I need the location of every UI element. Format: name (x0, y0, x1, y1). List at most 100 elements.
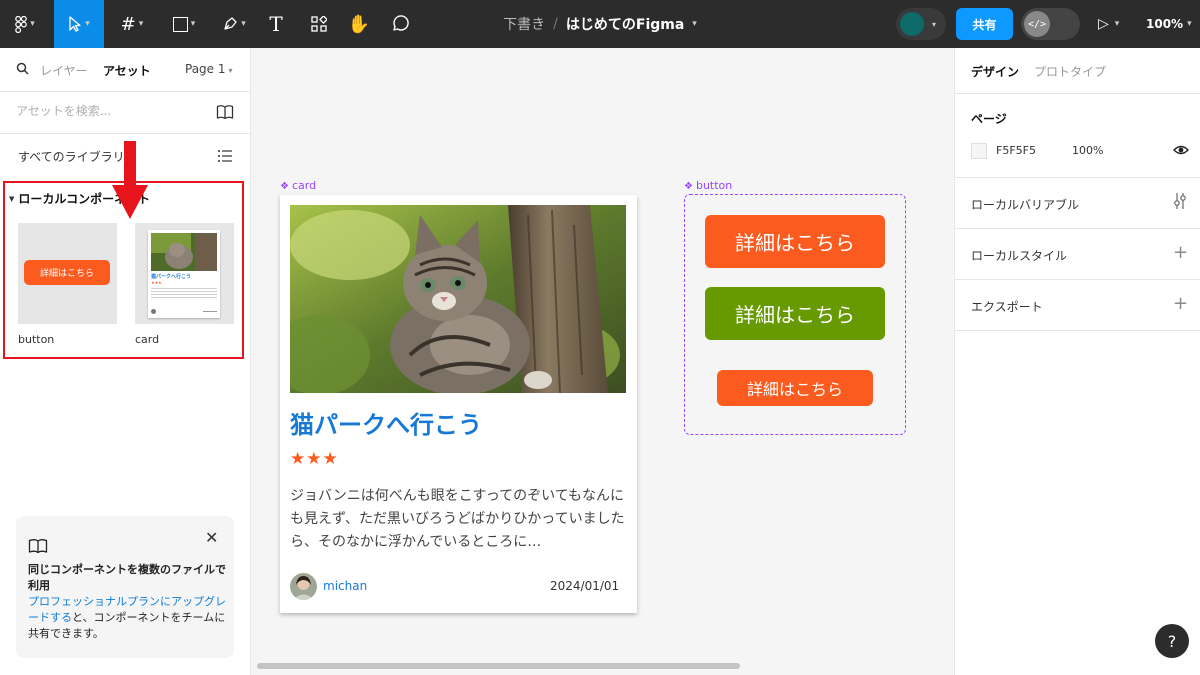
asset-search-input[interactable] (16, 104, 196, 118)
pen-icon (224, 17, 237, 30)
button-variant-green-large[interactable]: 詳細はこちら (705, 287, 885, 340)
resources-icon (311, 16, 327, 32)
local-variables-label: ローカルバリアブル (971, 198, 1080, 212)
pen-tool-button[interactable]: ▾ (214, 0, 254, 48)
share-button[interactable]: 共有 (956, 8, 1013, 40)
button-variant-orange-large[interactable]: 詳細はこちら (705, 215, 885, 268)
component-thumbnail-card[interactable]: 猫パークへ行こう ★★★ (135, 223, 234, 324)
local-variables-row[interactable]: ローカルバリアブル (955, 178, 1200, 229)
right-panel-tabs: デザイン プロトタイプ (955, 48, 1200, 94)
export-row[interactable]: エクスポート + (955, 280, 1200, 331)
local-styles-row[interactable]: ローカルスタイル + (955, 229, 1200, 280)
card-component-label[interactable]: ❖ card (280, 179, 316, 192)
button-preview: 詳細はこちら (24, 260, 110, 285)
plus-icon[interactable]: + (1173, 294, 1188, 314)
upgrade-tip-card: ✕ 同じコンポーネントを複数のファイルで利用 プロフェッショナルプランにアップグ… (16, 516, 234, 658)
page-color-hex[interactable]: F5F5F5 (996, 144, 1036, 157)
right-panel: デザイン プロトタイプ ページ F5F5F5 100% ローカルバリアブル ロー… (954, 48, 1200, 675)
all-libraries-label[interactable]: すべてのライブラリ (18, 148, 125, 165)
tab-design[interactable]: デザイン (971, 63, 1019, 80)
horizontal-scrollbar[interactable] (257, 663, 740, 669)
close-icon[interactable]: ✕ (205, 528, 218, 547)
text-tool-button[interactable]: T (262, 0, 290, 48)
text-icon: T (269, 12, 283, 36)
card-component[interactable]: 猫パークへ行こう ★★★ ジョバンニは何べんも眼をこすってのぞいてもなんにも見え… (280, 195, 637, 613)
button-component-name: button (695, 179, 733, 192)
page-color-opacity[interactable]: 100% (1072, 144, 1103, 157)
breadcrumb-drafts[interactable]: 下書き (503, 14, 545, 34)
chevron-down-icon: ▾ (228, 66, 233, 75)
chevron-down-icon: ▾ (138, 19, 144, 29)
breadcrumb-separator: / (553, 16, 558, 32)
move-tool-button[interactable]: ▾ (54, 0, 104, 48)
chevron-down-icon: ▾ (190, 19, 196, 29)
card-preview-text (151, 286, 217, 300)
toolbar: ▾ ▾ # ▾ ▾ ▾ T ✋ 下書き / はじめてのFigma ▾ ▾ 共有 … (0, 0, 1200, 48)
comment-icon (393, 15, 409, 31)
component-label-card: card (135, 333, 160, 346)
zoom-menu[interactable]: 100% ▾ (1146, 0, 1192, 48)
card-description: ジョバンニは何べんも眼をこすってのぞいてもなんにも見えず、ただ黒いびろうどばかり… (290, 488, 625, 550)
chevron-down-icon: ▾ (241, 19, 246, 29)
card-rating-stars: ★★★ (290, 449, 339, 469)
asset-search-bar (0, 92, 251, 134)
list-view-icon[interactable] (217, 148, 233, 164)
tab-assets[interactable]: アセット (103, 62, 151, 79)
canvas[interactable]: ❖ card 猫パークへ行こう ★★★ ジョバンニは何べんも眼をこすってのぞいて… (252, 48, 954, 675)
chevron-down-icon: ▾ (1114, 19, 1120, 29)
search-icon[interactable] (16, 62, 29, 79)
cat-photo (290, 205, 626, 393)
local-styles-label: ローカルスタイル (971, 249, 1068, 263)
left-panel-tabs: レイヤー アセット Page 1 ▾ (0, 48, 251, 92)
card-preview-title: 猫パークへ行こう (151, 274, 192, 280)
chevron-down-icon: ▾ (30, 19, 35, 29)
zoom-level: 100% (1146, 17, 1184, 31)
left-panel: レイヤー アセット Page 1▾ すべてのライブラリ ▼ローカルコンポーネント… (0, 48, 251, 675)
card-date: 2024/01/01 (550, 579, 620, 593)
caret-down-icon: ▼ (9, 195, 15, 203)
multiplayer-avatar[interactable]: ▾ (896, 8, 946, 40)
chevron-down-icon: ▾ (932, 19, 937, 29)
dev-mode-toggle[interactable]: </> (1021, 8, 1080, 40)
hand-icon: ✋ (347, 13, 371, 35)
frame-icon: # (120, 13, 136, 35)
comment-tool-button[interactable] (385, 0, 415, 48)
shape-tool-button[interactable]: ▾ (164, 0, 204, 48)
chevron-down-icon[interactable]: ▾ (692, 19, 697, 29)
button-component-set[interactable]: 詳細はこちら 詳細はこちら 詳細はこちら (684, 194, 906, 435)
library-book-icon (28, 539, 48, 554)
card-component-name: card (291, 179, 317, 192)
tab-prototype[interactable]: プロトタイプ (1034, 63, 1106, 80)
page-selector[interactable]: Page 1 ▾ (185, 62, 233, 76)
library-book-icon[interactable] (216, 104, 234, 120)
chevron-down-icon: ▾ (85, 19, 90, 29)
plus-icon[interactable]: + (1173, 243, 1188, 263)
frame-tool-button[interactable]: # ▾ (112, 0, 152, 48)
present-button[interactable]: ▷ ▾ (1098, 0, 1119, 48)
red-arrow-annotation (112, 141, 148, 219)
page-selector-label: Page 1 (185, 62, 226, 76)
help-button[interactable]: ? (1155, 624, 1189, 658)
button-variant-orange-small[interactable]: 詳細はこちら (717, 370, 873, 406)
card-preview-image (151, 233, 217, 271)
code-icon: </> (1024, 11, 1050, 37)
variables-settings-icon[interactable] (1173, 192, 1187, 210)
resources-button[interactable] (304, 0, 334, 48)
component-icon: ❖ (684, 181, 693, 192)
figma-menu-button[interactable]: ▾ (0, 0, 50, 48)
hand-tool-button[interactable]: ✋ (344, 0, 374, 48)
eye-icon[interactable] (1173, 143, 1189, 157)
tip-title: 同じコンポーネントを複数のファイルで利用 (28, 563, 226, 592)
card-preview-avatar (151, 309, 156, 314)
question-icon: ? (1167, 631, 1177, 651)
page-section-title: ページ (971, 112, 1007, 126)
file-name[interactable]: はじめてのFigma (566, 14, 684, 34)
page-color-swatch[interactable] (971, 143, 987, 159)
page-section: ページ F5F5F5 100% (955, 94, 1200, 178)
avatar (290, 573, 317, 600)
card-preview-footer (151, 309, 217, 314)
tab-layers[interactable]: レイヤー (40, 62, 88, 79)
card-preview-date-line (203, 311, 217, 312)
component-thumbnail-button[interactable]: 詳細はこちら (18, 223, 117, 324)
button-component-label[interactable]: ❖ button (684, 179, 732, 192)
